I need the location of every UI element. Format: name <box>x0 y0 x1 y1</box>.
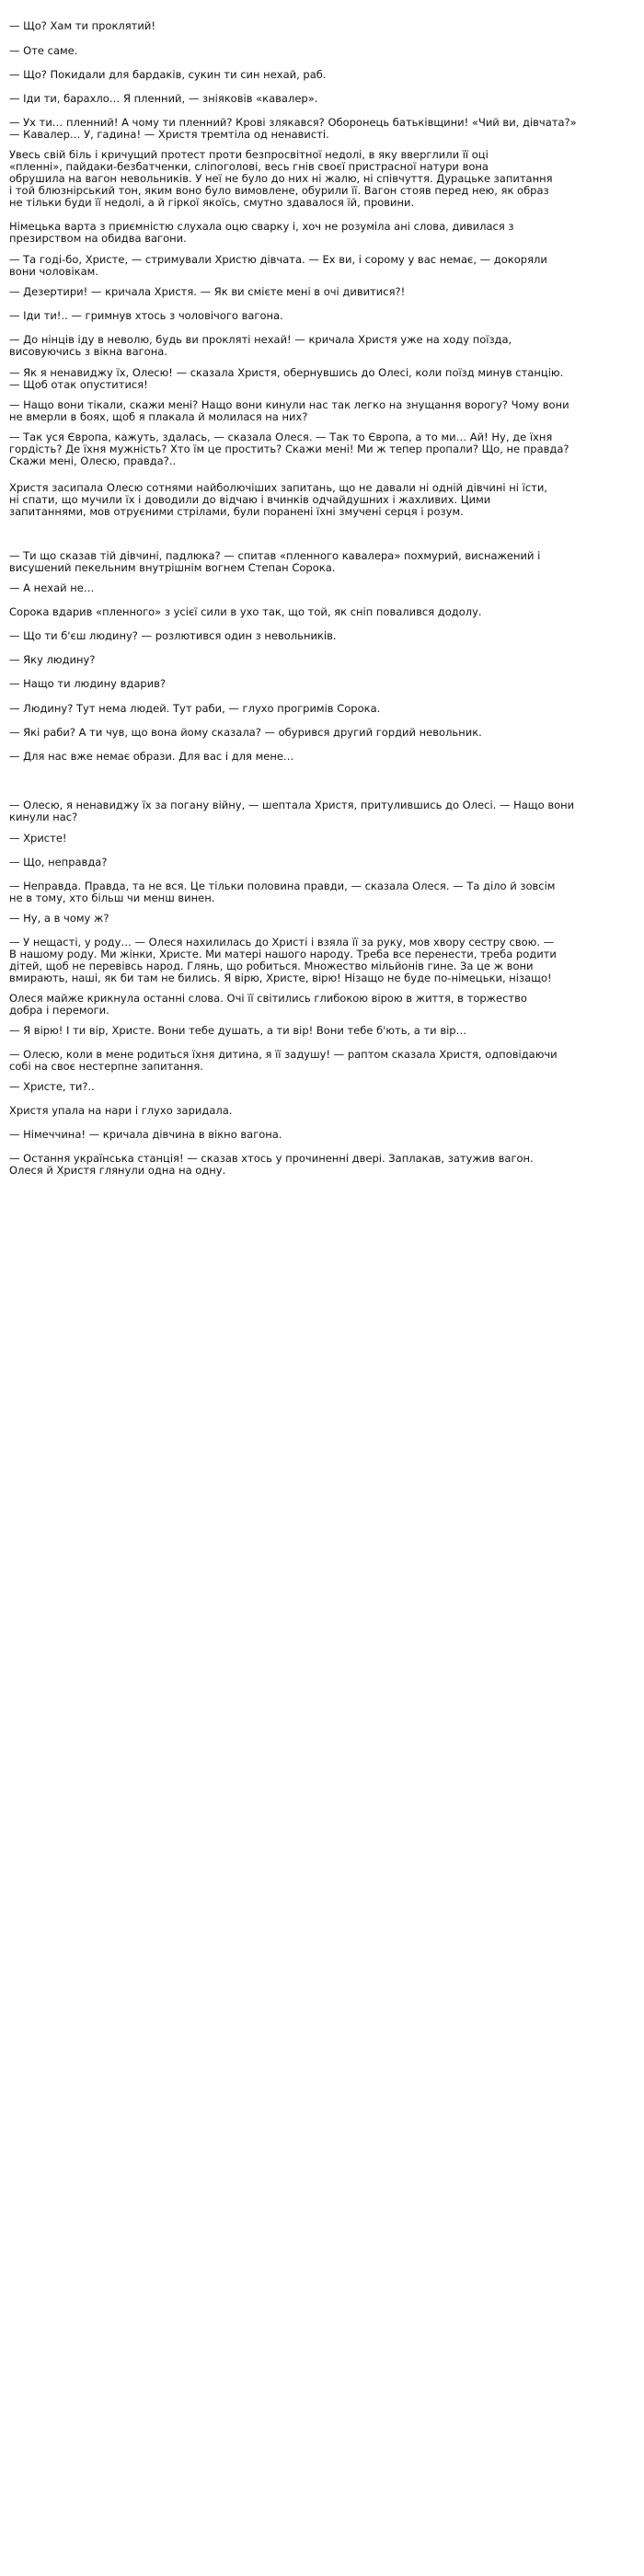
paragraph: — Я вірю! І ти вір, Христе. Вони тебе ду… <box>9 1024 467 1037</box>
paragraph: — Олесю, я ненавиджу їх за погану війну,… <box>9 799 575 823</box>
paragraph: — Та годі-бо, Христе, — стримували Христ… <box>9 253 547 278</box>
paragraph: — Які раби? А ти чув, що вона йому сказа… <box>9 726 482 739</box>
paragraph: — Неправда. Правда, та не вся. Це тільки… <box>9 880 556 904</box>
paragraph: — Нащо ти людину вдарив? <box>9 677 167 690</box>
paragraph: — Христе! <box>9 832 67 845</box>
paragraph: — Ти що сказав тій дівчині, падлюка? — с… <box>9 549 541 574</box>
paragraph: Сорока вдарив «пленного» з усієї сили в … <box>9 605 482 618</box>
paragraph: — У нещасті, у роду… — Олеся нахилилась … <box>9 936 557 984</box>
paragraph: Христя засипала Олесю сотнями найболючіш… <box>9 481 547 518</box>
paragraph: — Остання українська станція! — сказав х… <box>9 1152 534 1177</box>
paragraph: — Людину? Тут нема людей. Тут раби, — гл… <box>9 702 381 715</box>
document-page: — Що? Хам ти проклятий! — Оте саме. — Що… <box>0 0 644 2576</box>
paragraph: — Що? Покидали для бардаків, сукин ти си… <box>9 68 327 81</box>
paragraph: — Що ти б'єш людину? — розлютився один з… <box>9 629 337 642</box>
paragraph: — Іди ти, барахло… Я пленний, — зніякові… <box>9 92 318 105</box>
paragraph: — Олесю, коли в мене родиться їхня дитин… <box>9 1048 558 1073</box>
paragraph: — До нінців іду в неволю, будь ви прокля… <box>9 333 512 358</box>
paragraph: — Іди ти!.. — гримнув хтось з чоловічого… <box>9 309 283 322</box>
paragraph: — Німеччина! — кричала дівчина в вікно в… <box>9 1128 282 1141</box>
paragraph: — Нащо вони тікали, скажи мені? Нащо вон… <box>9 398 569 423</box>
paragraph: — Оте саме. <box>9 44 78 57</box>
paragraph: — Для нас вже немає образи. Для вас і дл… <box>9 750 294 763</box>
paragraph: — Що? Хам ти проклятий! <box>9 19 155 32</box>
paragraph: — Що, неправда? <box>9 856 108 868</box>
paragraph: — Ух ти… пленний! А чому ти пленний? Кро… <box>9 116 577 141</box>
paragraph: — Дезертири! — кричала Христя. — Як ви с… <box>9 285 406 298</box>
paragraph: Німецька варта з приємністю слухала оцю … <box>9 220 514 245</box>
paragraph: — А нехай не… <box>9 581 95 594</box>
paragraph: Увесь свій біль і кричущий протест проти… <box>9 148 553 209</box>
paragraph: — Яку людину? <box>9 653 96 666</box>
paragraph: Олеся майже крикнула останні слова. Очі … <box>9 992 527 1017</box>
paragraph: Христя упала на нари і глухо заридала. <box>9 1104 233 1117</box>
paragraph: — Як я ненавиджу їх, Олесю! — сказала Хр… <box>9 366 564 391</box>
paragraph: — Ну, а в чому ж? <box>9 912 109 925</box>
paragraph: — Христе, ти?.. <box>9 1080 95 1093</box>
paragraph: — Так уся Європа, кажуть, здалась, — ска… <box>9 431 569 467</box>
